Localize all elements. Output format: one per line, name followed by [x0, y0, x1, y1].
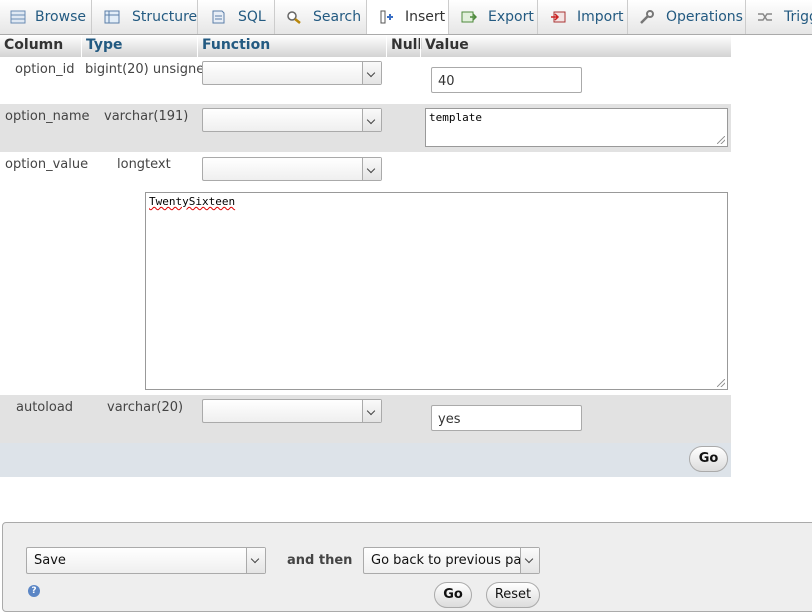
chevron-down-icon [362, 109, 381, 131]
column-name: autoload [16, 400, 74, 415]
column-type: bigint(20) unsigned [85, 62, 213, 77]
column-type: varchar(20) [107, 400, 184, 415]
import-icon [551, 11, 566, 23]
tab-browse-label: Browse [35, 9, 86, 25]
function-select[interactable] [202, 108, 382, 132]
insert-icon [380, 10, 393, 24]
tab-export-label: Export [488, 9, 534, 25]
value-input[interactable]: 40 [431, 67, 582, 93]
export-icon [461, 11, 477, 23]
table-row: option_id bigint(20) unsigned 40 [0, 57, 731, 104]
reset-button[interactable]: Reset [486, 582, 540, 608]
tab-import-label: Import [577, 9, 624, 25]
tab-triggers[interactable]: Trigg [746, 0, 812, 34]
sql-icon [212, 10, 225, 24]
function-select[interactable] [202, 157, 382, 181]
header-function[interactable]: Function [202, 37, 270, 53]
structure-icon [104, 10, 120, 24]
tab-sql[interactable]: SQL [198, 0, 275, 34]
chevron-down-icon [362, 400, 381, 422]
resize-grip-icon[interactable] [717, 379, 725, 387]
operations-icon [640, 10, 654, 24]
table-row: option_name varchar(191) template [0, 104, 731, 152]
column-type: longtext [117, 157, 171, 172]
browse-icon [10, 10, 26, 24]
column-name: option_name [5, 109, 90, 124]
resize-grip-icon[interactable] [717, 136, 725, 144]
after-insert-select[interactable]: Go back to previous page [363, 547, 540, 574]
chevron-down-icon [362, 158, 381, 180]
triggers-icon [758, 13, 772, 21]
tab-structure[interactable]: Structure [92, 0, 198, 34]
and-then-label: and then [287, 553, 353, 568]
header-column: Column [4, 37, 64, 53]
go-button[interactable]: Go [434, 582, 472, 608]
tab-search[interactable]: Search [275, 0, 367, 34]
tab-bar: Browse Structure SQL Search Insert Expor… [0, 0, 812, 35]
tab-insert-label: Insert [405, 9, 446, 25]
tab-operations[interactable]: Operations [628, 0, 746, 34]
tab-export[interactable]: Export [449, 0, 538, 34]
value-textarea[interactable]: TwentySixteen [145, 192, 728, 390]
header-type[interactable]: Type [86, 37, 123, 53]
column-name: option_value [5, 157, 89, 172]
go-button[interactable]: Go [689, 446, 728, 472]
help-icon[interactable]: ? [28, 585, 40, 597]
column-name: option_id [15, 62, 75, 77]
value-textarea[interactable]: template [425, 108, 728, 147]
chevron-down-icon [520, 548, 539, 573]
tab-sql-label: SQL [238, 9, 266, 25]
table-row: option_value longtext TwentySixteen [0, 152, 731, 395]
column-type: varchar(191) [104, 109, 189, 124]
table-row: autoload varchar(20) yes [0, 395, 731, 443]
value-input[interactable]: yes [431, 405, 582, 431]
tab-browse[interactable]: Browse [0, 0, 92, 34]
tab-search-label: Search [313, 9, 362, 25]
header-null: Null [391, 37, 423, 53]
function-select[interactable] [202, 399, 382, 423]
chevron-down-icon [362, 62, 381, 84]
action-select[interactable]: Save [26, 547, 266, 574]
table-header: Column Type Function Null Value [0, 35, 731, 57]
tab-insert[interactable]: Insert [367, 0, 449, 34]
header-value: Value [425, 37, 469, 53]
tab-structure-label: Structure [132, 9, 198, 25]
function-select[interactable] [202, 61, 382, 85]
tab-operations-label: Operations [666, 9, 743, 25]
tab-triggers-label: Trigg [784, 9, 812, 25]
search-icon [287, 11, 301, 24]
tab-import[interactable]: Import [538, 0, 628, 34]
table-footer-bar: Go [0, 443, 731, 477]
chevron-down-icon [246, 548, 265, 573]
